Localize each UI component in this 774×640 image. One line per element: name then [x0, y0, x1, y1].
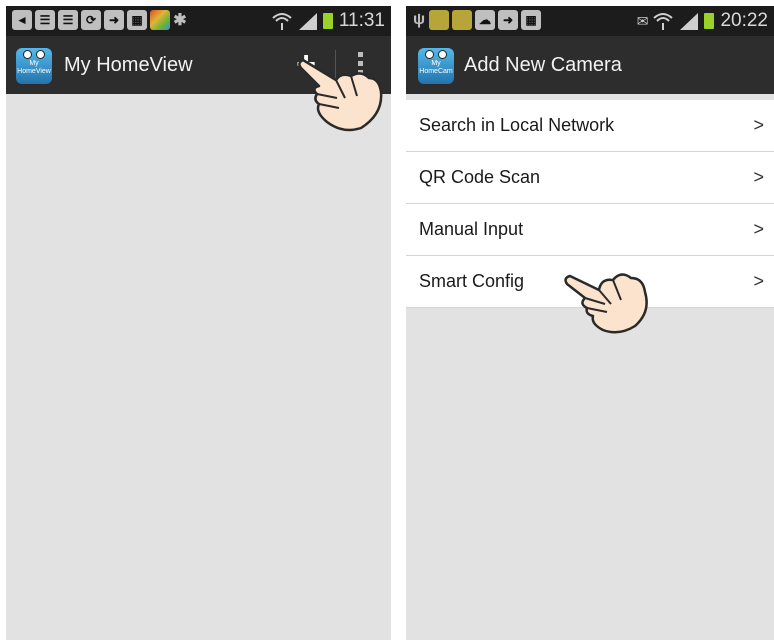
export-icon: ➜ [104, 10, 124, 30]
status-clock: 20:22 [720, 10, 768, 31]
menu-item-search-local-network[interactable]: Search in Local Network > [406, 100, 774, 152]
action-bar: My HomeCam Add New Camera [406, 36, 774, 94]
app-logo-text-top: My [431, 60, 441, 67]
app-logo-text-bottom: HomeView [17, 68, 51, 75]
left-phone-screen: ◄ ☰ ☰ ⟳ ➜ ▦ ✱ 11:31 My HomeView My HomeV… [6, 6, 391, 640]
calendar-icon: ▦ [521, 10, 541, 30]
list-icon: ☰ [35, 10, 55, 30]
status-clock: 11:31 [338, 10, 385, 31]
pointing-hand-icon [564, 273, 648, 334]
back-icon: ◄ [12, 10, 32, 30]
app-logo-icon[interactable]: My HomeView [16, 48, 52, 84]
wifi-icon [272, 13, 292, 30]
gallery-icon [452, 10, 472, 30]
app-logo-text-bottom: HomeCam [419, 68, 453, 75]
eye-icon [425, 50, 434, 59]
battery-icon [704, 13, 715, 29]
calendar-icon: ▦ [127, 10, 147, 30]
gallery-icon [150, 10, 170, 30]
menu-item-manual-input[interactable]: Manual Input > [406, 204, 774, 256]
status-bar: ψ ☁ ➜ ▦ ✉ 20:22 [406, 6, 774, 36]
menu-item-qr-code-scan[interactable]: QR Code Scan > [406, 152, 774, 204]
status-bar: ◄ ☰ ☰ ⟳ ➜ ▦ ✱ 11:31 [6, 6, 391, 36]
page-title: My HomeView [64, 54, 193, 76]
signal-icon [680, 13, 699, 30]
notification-icons: ◄ ☰ ☰ ⟳ ➜ ▦ ✱ [12, 10, 187, 30]
gallery-icon [429, 10, 449, 30]
usb-icon: ψ [412, 11, 426, 28]
bluetooth-icon: ✱ [173, 12, 187, 29]
page-title: Add New Camera [464, 54, 622, 76]
app-logo-icon[interactable]: My HomeCam [418, 48, 454, 84]
notification-icons: ψ ☁ ➜ ▦ [412, 10, 541, 30]
pointing-hand-icon [298, 58, 383, 132]
wifi-icon [653, 13, 674, 30]
right-phone-screen: ψ ☁ ➜ ▦ ✉ 20:22 My HomeCam Add New Camer… [406, 6, 774, 640]
battery-icon [322, 13, 333, 29]
eye-icon [438, 50, 447, 59]
sync-icon: ⟳ [81, 10, 101, 30]
menu-item-label: Smart Config [419, 271, 525, 291]
status-right: ✉ 20:22 [637, 10, 768, 32]
status-right: 11:31 [271, 10, 385, 32]
list-icon: ☰ [58, 10, 78, 30]
eye-icon [23, 50, 32, 59]
menu-item-label: Search in Local Network [419, 115, 615, 135]
signal-icon [298, 13, 317, 30]
chevron-right-icon: > [753, 271, 764, 291]
app-logo-text-top: My [29, 60, 39, 67]
cloud-icon: ☁ [475, 10, 495, 30]
chevron-right-icon: > [753, 167, 764, 187]
mute-icon: ✉ [636, 12, 649, 29]
export-icon: ➜ [498, 10, 518, 30]
chevron-right-icon: > [753, 115, 764, 135]
eye-icon [36, 50, 45, 59]
chevron-right-icon: > [753, 219, 764, 239]
menu-item-label: Manual Input [419, 219, 524, 239]
menu-item-label: QR Code Scan [419, 167, 541, 187]
